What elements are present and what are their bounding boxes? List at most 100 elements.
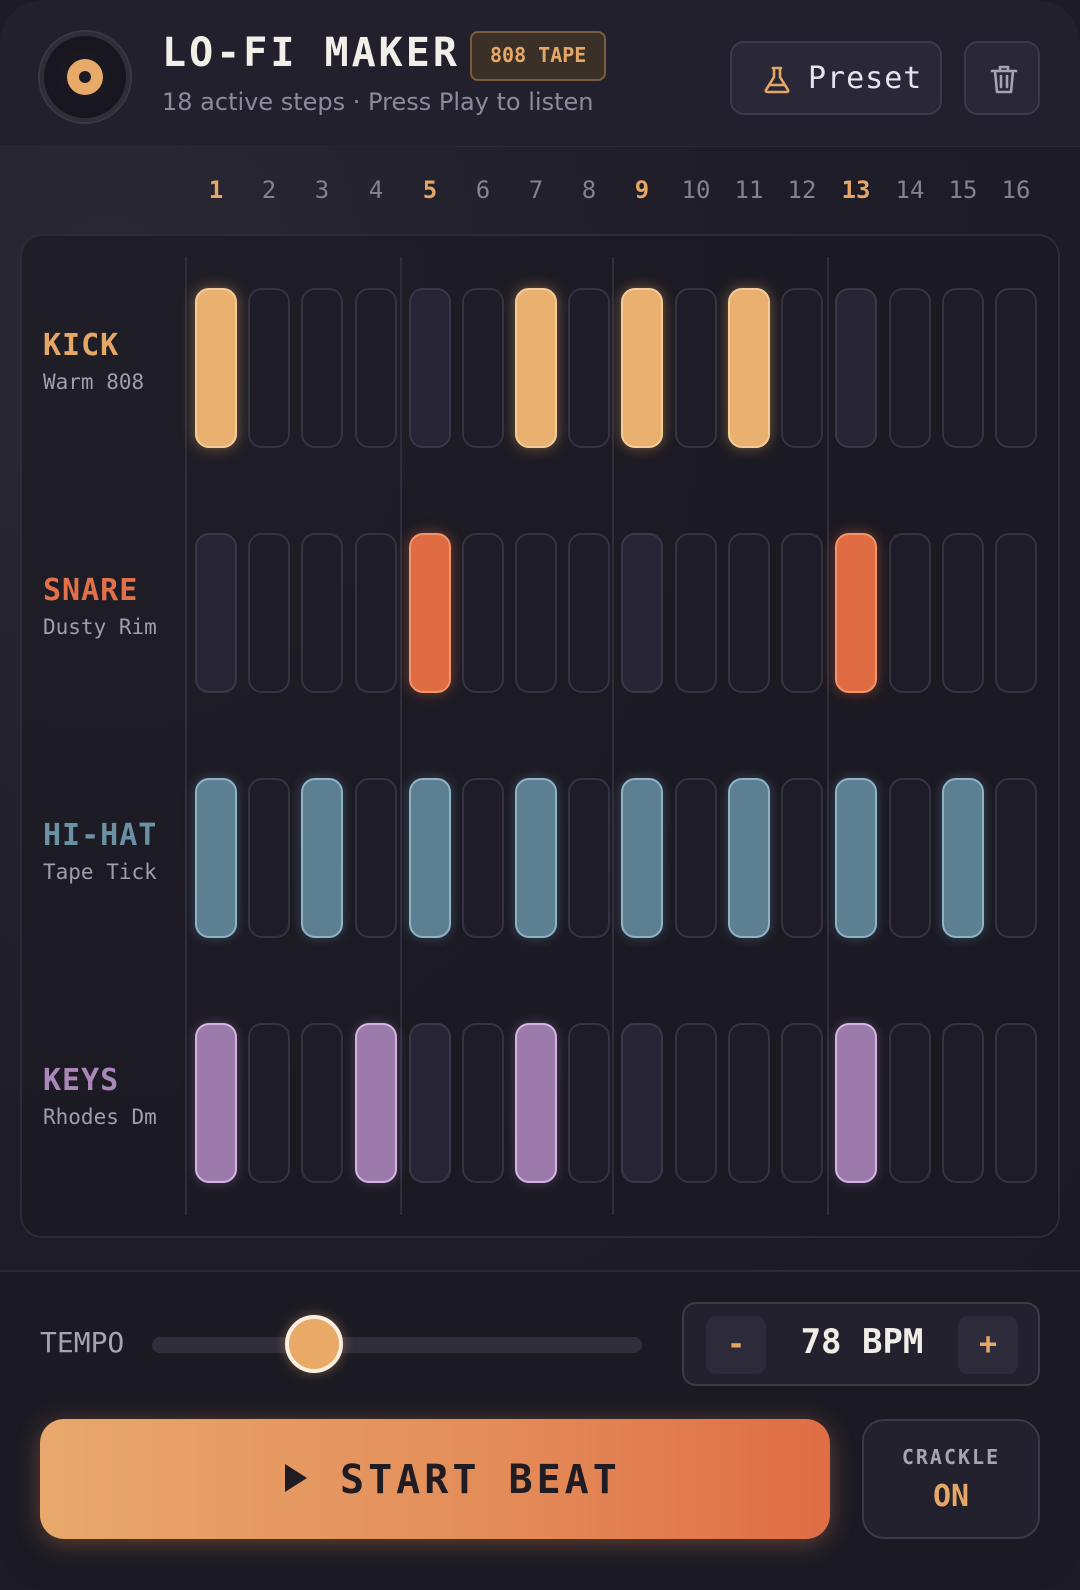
step-pad-hihat-3[interactable] xyxy=(301,778,343,938)
track-name-hihat: HI-HAT xyxy=(43,818,158,853)
flask-icon xyxy=(764,66,790,94)
step-pad-hihat-7[interactable] xyxy=(515,778,557,938)
step-pad-hihat-4[interactable] xyxy=(355,778,397,938)
track-name-keys: KEYS xyxy=(43,1063,120,1098)
step-number: 5 xyxy=(422,176,438,204)
step-number: 15 xyxy=(948,176,978,204)
step-pad-keys-16[interactable] xyxy=(995,1023,1037,1183)
step-pad-hihat-10[interactable] xyxy=(675,778,717,938)
crackle-toggle[interactable]: CRACKLE ON xyxy=(862,1419,1040,1539)
step-pad-hihat-16[interactable] xyxy=(995,778,1037,938)
step-pad-kick-10[interactable] xyxy=(675,288,717,448)
step-pad-hihat-2[interactable] xyxy=(248,778,290,938)
step-pad-snare-15[interactable] xyxy=(942,533,984,693)
step-pad-kick-12[interactable] xyxy=(781,288,823,448)
step-pad-hihat-5[interactable] xyxy=(409,778,451,938)
preset-button[interactable]: Preset xyxy=(730,41,942,115)
step-pad-keys-7[interactable] xyxy=(515,1023,557,1183)
step-pad-keys-10[interactable] xyxy=(675,1023,717,1183)
beat-divider xyxy=(400,257,402,1215)
step-pad-kick-14[interactable] xyxy=(889,288,931,448)
step-pad-keys-13[interactable] xyxy=(835,1023,877,1183)
step-pad-keys-9[interactable] xyxy=(621,1023,663,1183)
start-beat-label: START BEAT xyxy=(340,1457,621,1503)
step-pad-keys-15[interactable] xyxy=(942,1023,984,1183)
step-number: 7 xyxy=(528,176,544,204)
step-pad-snare-16[interactable] xyxy=(995,533,1037,693)
app-title: LO-FI MAKER xyxy=(162,30,460,76)
step-pad-kick-8[interactable] xyxy=(568,288,610,448)
step-pad-kick-11[interactable] xyxy=(728,288,770,448)
step-pad-kick-4[interactable] xyxy=(355,288,397,448)
step-pad-snare-9[interactable] xyxy=(621,533,663,693)
step-pad-hihat-11[interactable] xyxy=(728,778,770,938)
step-pad-hihat-13[interactable] xyxy=(835,778,877,938)
beat-divider xyxy=(612,257,614,1215)
step-pad-snare-7[interactable] xyxy=(515,533,557,693)
step-pad-hihat-8[interactable] xyxy=(568,778,610,938)
tempo-slider-track[interactable] xyxy=(152,1337,642,1353)
step-number: 1 xyxy=(208,176,224,204)
step-pad-kick-15[interactable] xyxy=(942,288,984,448)
step-number: 16 xyxy=(1001,176,1031,204)
step-pad-hihat-9[interactable] xyxy=(621,778,663,938)
step-pad-snare-6[interactable] xyxy=(462,533,504,693)
step-number: 12 xyxy=(787,176,817,204)
tempo-label: TEMPO xyxy=(40,1326,125,1359)
step-number: 14 xyxy=(895,176,925,204)
step-pad-snare-12[interactable] xyxy=(781,533,823,693)
bpm-decrease-button[interactable]: - xyxy=(706,1316,766,1374)
step-pad-snare-4[interactable] xyxy=(355,533,397,693)
step-number-header: 1 2 3 4 5 6 7 8 9 10 11 12 13 14 15 16 xyxy=(0,176,1080,216)
step-number: 2 xyxy=(261,176,277,204)
step-number: 13 xyxy=(841,176,871,204)
step-number: 9 xyxy=(634,176,650,204)
step-pad-snare-3[interactable] xyxy=(301,533,343,693)
step-pad-kick-1[interactable] xyxy=(195,288,237,448)
step-pad-hihat-15[interactable] xyxy=(942,778,984,938)
step-pad-keys-4[interactable] xyxy=(355,1023,397,1183)
step-pad-keys-5[interactable] xyxy=(409,1023,451,1183)
step-pad-snare-10[interactable] xyxy=(675,533,717,693)
start-beat-button[interactable]: START BEAT xyxy=(40,1419,830,1539)
track-sound-keys: Rhodes Dm xyxy=(43,1105,157,1129)
step-pad-keys-12[interactable] xyxy=(781,1023,823,1183)
track-name-kick: KICK xyxy=(43,328,120,363)
step-pad-keys-6[interactable] xyxy=(462,1023,504,1183)
clear-button[interactable] xyxy=(964,41,1040,115)
step-pad-kick-6[interactable] xyxy=(462,288,504,448)
step-pad-snare-2[interactable] xyxy=(248,533,290,693)
step-number: 3 xyxy=(314,176,330,204)
step-pad-keys-8[interactable] xyxy=(568,1023,610,1183)
vinyl-logo-icon xyxy=(40,32,130,122)
track-sound-hihat: Tape Tick xyxy=(43,860,157,884)
bpm-stepper: - 78 BPM + xyxy=(682,1302,1040,1386)
step-pad-snare-8[interactable] xyxy=(568,533,610,693)
step-pad-snare-5[interactable] xyxy=(409,533,451,693)
step-pad-kick-16[interactable] xyxy=(995,288,1037,448)
step-pad-keys-11[interactable] xyxy=(728,1023,770,1183)
step-pad-hihat-14[interactable] xyxy=(889,778,931,938)
header: LO-FI MAKER 808 TAPE 18 active steps · P… xyxy=(0,0,1080,147)
step-pad-kick-5[interactable] xyxy=(409,288,451,448)
trash-icon xyxy=(990,65,1018,94)
step-pad-snare-13[interactable] xyxy=(835,533,877,693)
tempo-slider-thumb[interactable] xyxy=(284,1315,343,1373)
step-pad-kick-13[interactable] xyxy=(835,288,877,448)
step-pad-keys-14[interactable] xyxy=(889,1023,931,1183)
step-pad-hihat-6[interactable] xyxy=(462,778,504,938)
step-pad-snare-1[interactable] xyxy=(195,533,237,693)
step-pad-kick-7[interactable] xyxy=(515,288,557,448)
step-pad-kick-9[interactable] xyxy=(621,288,663,448)
step-pad-hihat-12[interactable] xyxy=(781,778,823,938)
step-pad-keys-2[interactable] xyxy=(248,1023,290,1183)
step-number: 6 xyxy=(475,176,491,204)
step-pad-kick-3[interactable] xyxy=(301,288,343,448)
step-pad-snare-14[interactable] xyxy=(889,533,931,693)
step-pad-keys-1[interactable] xyxy=(195,1023,237,1183)
bpm-increase-button[interactable]: + xyxy=(958,1316,1018,1374)
step-pad-snare-11[interactable] xyxy=(728,533,770,693)
step-pad-keys-3[interactable] xyxy=(301,1023,343,1183)
step-pad-hihat-1[interactable] xyxy=(195,778,237,938)
step-pad-kick-2[interactable] xyxy=(248,288,290,448)
